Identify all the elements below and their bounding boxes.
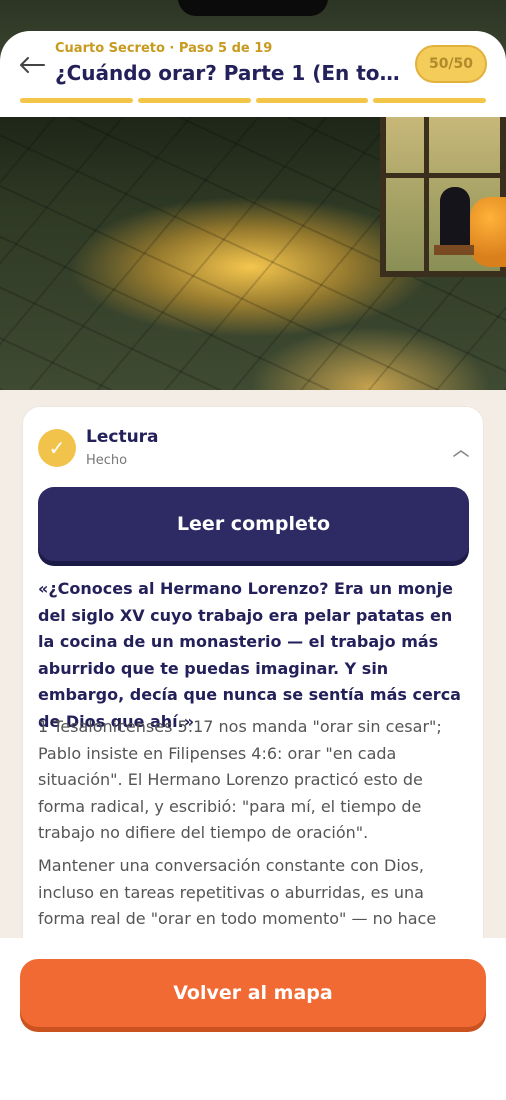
potato-basket [470, 197, 506, 267]
device-notch [178, 0, 328, 16]
lesson-title: ¿Cuándo orar? Parte 1 (En todo momento) [55, 61, 400, 85]
progress-segment [373, 98, 486, 103]
reading-paragraph: 1 Tesalonicenses 5:17 nos manda "orar si… [38, 717, 442, 842]
lesson-illustration [0, 117, 506, 390]
check-icon: ✓ [38, 429, 76, 467]
stool [434, 245, 474, 255]
content-area: ✓ Lectura Hecho Leer completo «¿Conoces … [0, 390, 506, 938]
lesson-header: Cuarto Secreto · Paso 5 de 19 ¿Cuándo or… [0, 31, 506, 117]
reading-paragraph: Mantener una conversación constante con … [38, 856, 437, 938]
chevron-up-icon[interactable] [451, 445, 471, 459]
progress-segment [255, 98, 369, 103]
lesson-subtitle: Cuarto Secreto · Paso 5 de 19 [55, 41, 273, 56]
section-label: Lectura [86, 427, 159, 447]
reading-card: ✓ Lectura Hecho Leer completo «¿Conoces … [22, 406, 484, 938]
progress-segment [137, 98, 251, 103]
progress-bar [20, 98, 486, 104]
progress-segment [20, 98, 133, 103]
score-badge: 50/50 [415, 45, 487, 83]
bottom-bar: Volver al mapa [0, 938, 506, 1100]
section-status: Hecho [86, 453, 128, 468]
back-arrow-icon[interactable] [16, 49, 48, 81]
reading-quote: «¿Conoces al Hermano Lorenzo? Era un mon… [38, 579, 461, 731]
read-full-button[interactable]: Leer completo [38, 487, 469, 561]
back-to-map-button[interactable]: Volver al mapa [20, 959, 486, 1027]
monk-figure [440, 187, 470, 249]
